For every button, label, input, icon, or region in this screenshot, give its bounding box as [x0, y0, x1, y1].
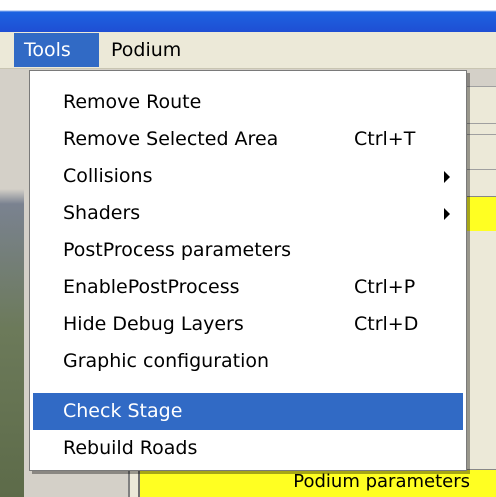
tools-dropdown-menu: Remove Route Remove Selected Area Ctrl+T… — [29, 70, 467, 471]
background-panel-header — [466, 86, 496, 124]
menu-item-rebuild-roads[interactable]: Rebuild Roads — [33, 430, 463, 467]
menu-item-remove-selected-area[interactable]: Remove Selected Area Ctrl+T — [33, 121, 463, 158]
menu-item-label: Remove Selected Area — [63, 128, 279, 150]
menu-item-label: PostProcess parameters — [63, 239, 292, 261]
background-yellow-field — [466, 196, 496, 231]
menu-podium[interactable]: Podium — [101, 33, 197, 67]
menu-bar: Tools Podium — [0, 32, 496, 69]
submenu-arrow-icon — [444, 171, 450, 183]
background-panel-row — [466, 134, 496, 170]
menu-item-shortcut: Ctrl+D — [354, 313, 419, 335]
menu-item-shortcut: Ctrl+P — [354, 276, 416, 298]
menu-tools[interactable]: Tools — [14, 33, 99, 67]
menu-item-label: Rebuild Roads — [63, 437, 198, 459]
window-title-bar — [0, 0, 496, 32]
menu-item-enable-postprocess[interactable]: EnablePostProcess Ctrl+P — [33, 269, 463, 306]
menu-item-collisions[interactable]: Collisions — [33, 158, 463, 195]
menu-item-shortcut: Ctrl+T — [354, 128, 416, 150]
menu-item-label: Collisions — [63, 165, 153, 187]
screen: Tools Podium Podium parameters Remove Ro… — [0, 0, 496, 497]
menu-item-label: Shaders — [63, 202, 141, 224]
menu-item-label: EnablePostProcess — [63, 276, 240, 298]
submenu-arrow-icon — [444, 208, 450, 220]
menu-item-graphic-configuration[interactable]: Graphic configuration — [33, 343, 463, 380]
menu-item-remove-route[interactable]: Remove Route — [33, 84, 463, 121]
menu-item-label: Graphic configuration — [63, 350, 270, 372]
menu-item-postprocess-parameters[interactable]: PostProcess parameters — [33, 232, 463, 269]
menu-item-label: Check Stage — [63, 400, 183, 422]
menu-item-shaders[interactable]: Shaders — [33, 195, 463, 232]
podium-parameters-section[interactable]: Podium parameters — [138, 469, 496, 497]
menu-item-hide-debug-layers[interactable]: Hide Debug Layers Ctrl+D — [33, 306, 463, 343]
background-viewport-strip — [0, 69, 24, 497]
menu-item-label: Hide Debug Layers — [63, 313, 244, 335]
menu-item-check-stage[interactable]: Check Stage — [33, 393, 463, 430]
menu-item-label: Remove Route — [63, 91, 202, 113]
